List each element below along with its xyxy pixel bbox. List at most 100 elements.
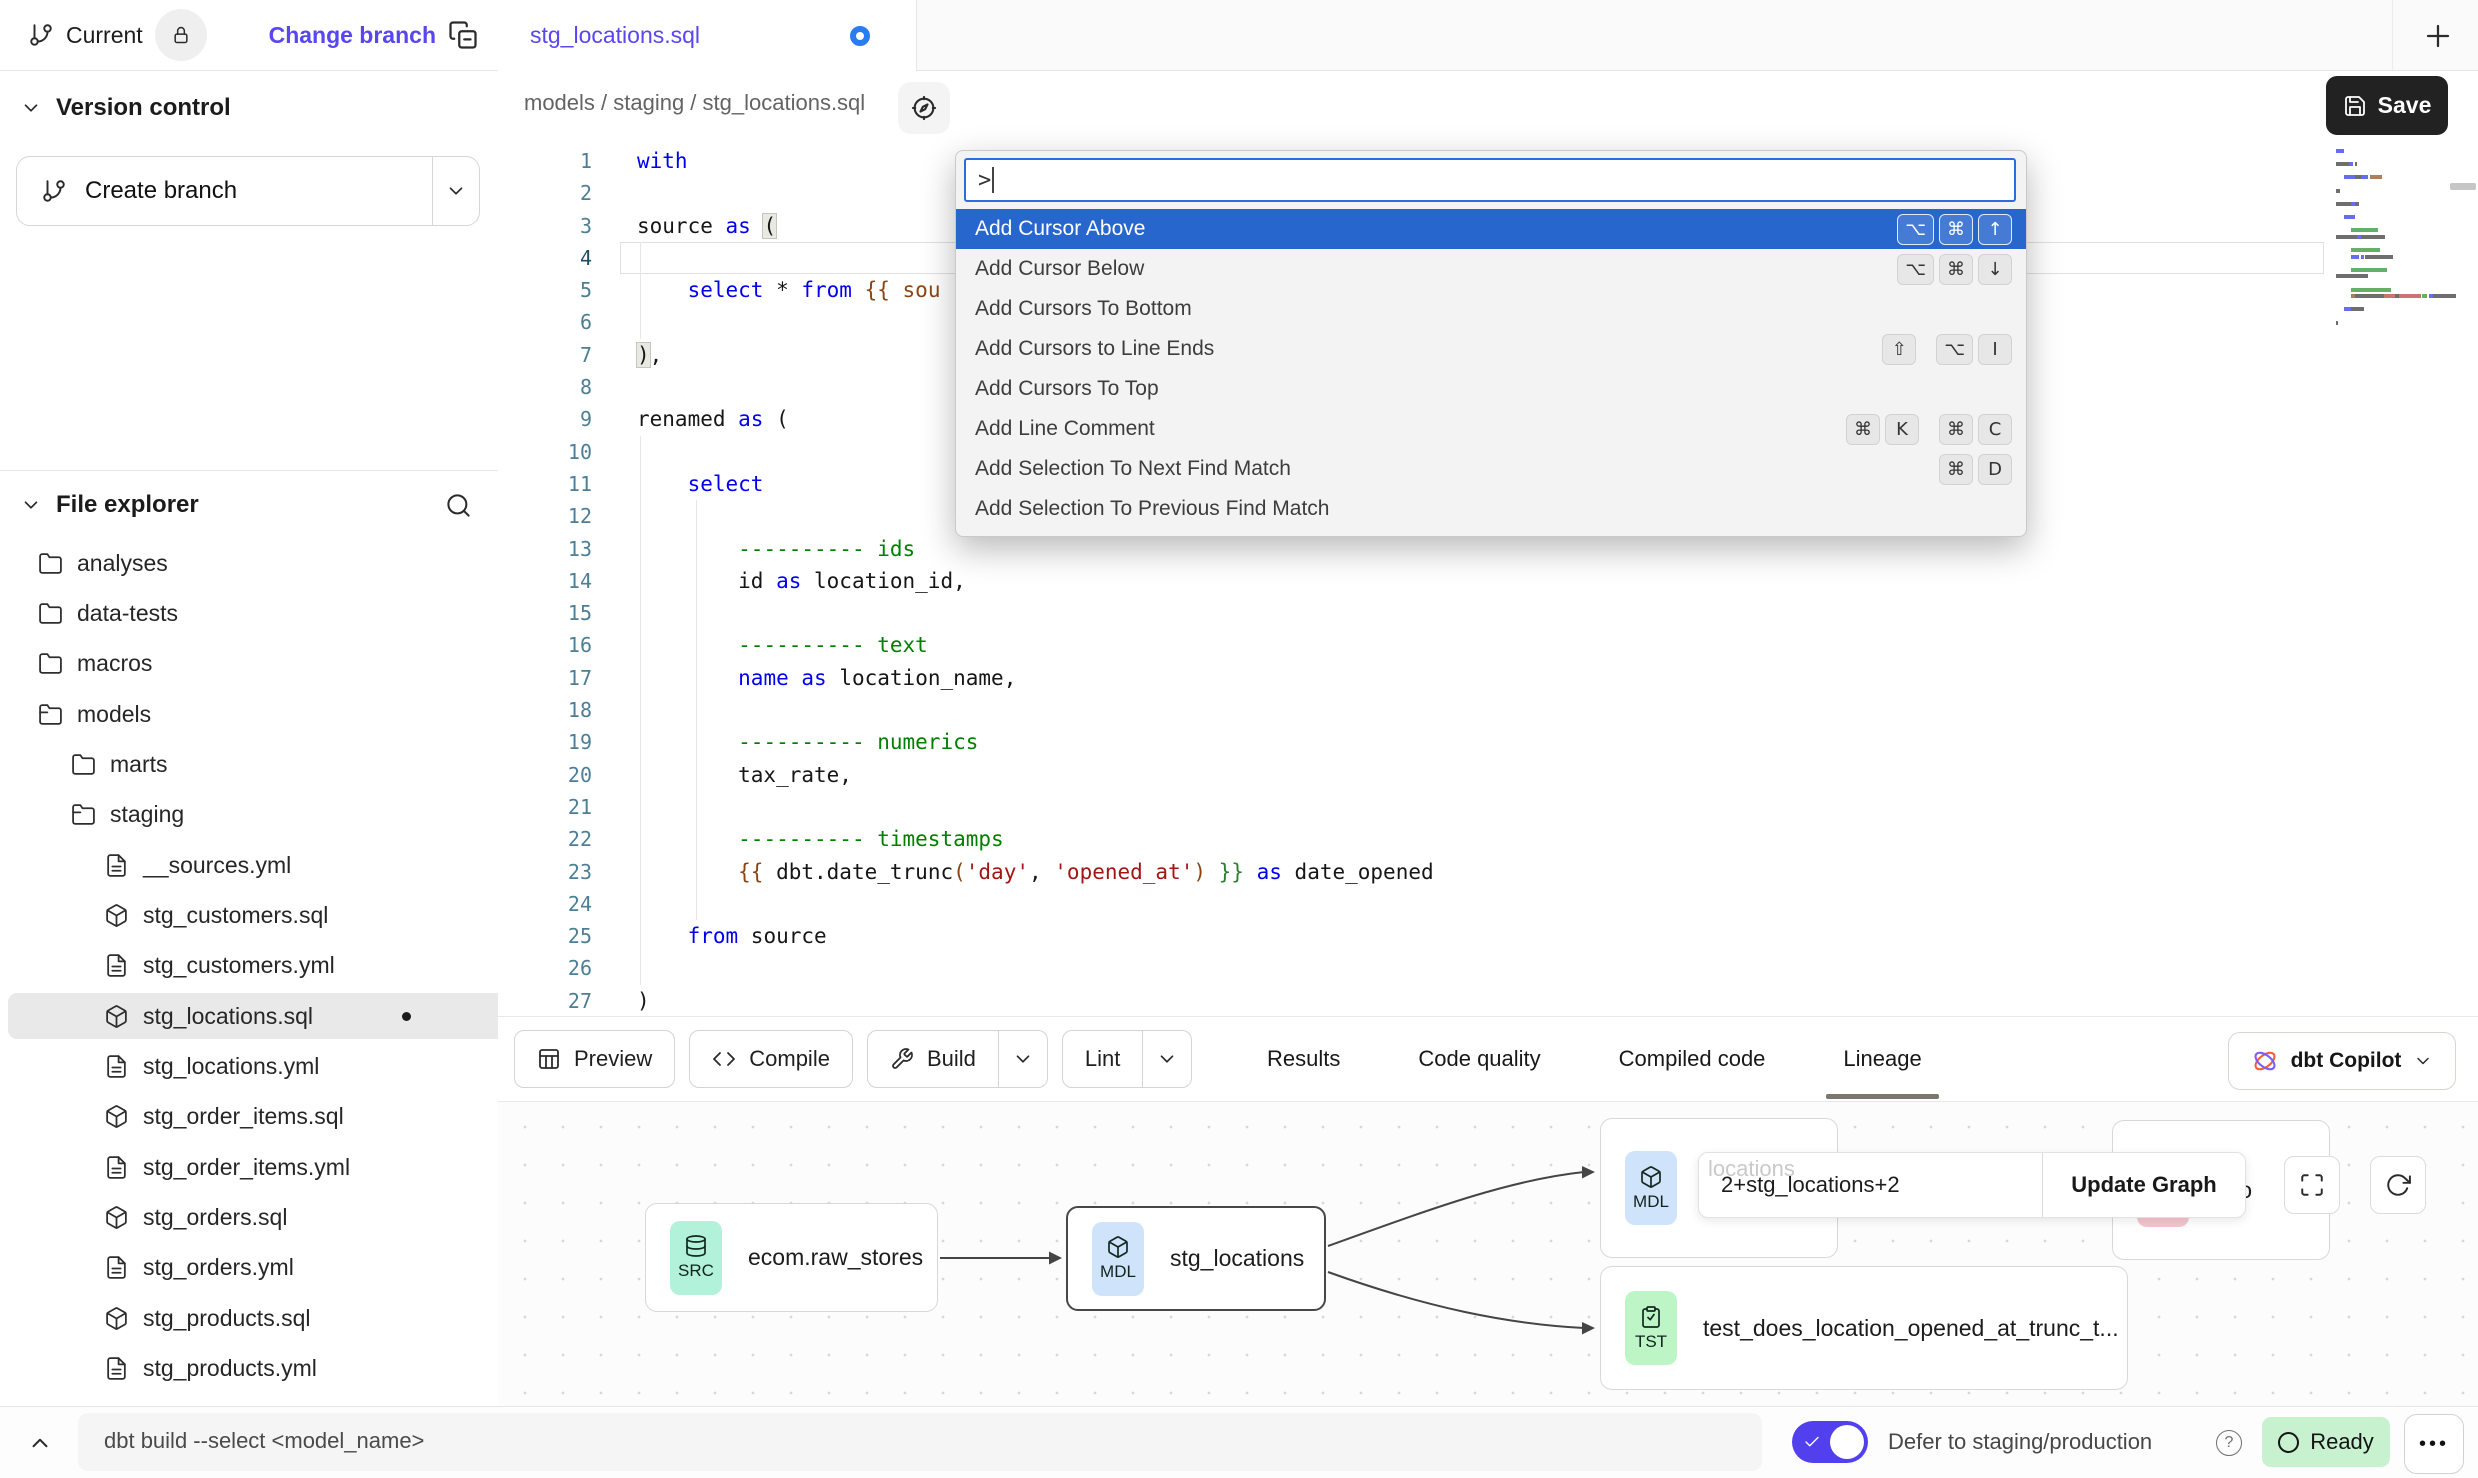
- lineage-selector-input[interactable]: locations 2+stg_locations+2: [1699, 1153, 2042, 1217]
- branch-bar: Current Change branch: [0, 0, 498, 71]
- file-tree-item-staging[interactable]: staging: [8, 792, 551, 838]
- create-branch-dropdown[interactable]: [432, 157, 479, 225]
- file-name: stg_customers.yml: [143, 952, 335, 979]
- compile-button[interactable]: Compile: [689, 1030, 853, 1088]
- copy-icon[interactable]: [448, 20, 478, 50]
- minimap-line: [2351, 255, 2359, 259]
- file-tree-item-data-tests[interactable]: data-tests: [8, 590, 518, 636]
- command-item-add-selection-to-next-find-match[interactable]: Add Selection To Next Find Match⌘D: [956, 449, 2026, 489]
- text-caret: [992, 167, 994, 193]
- lineage-canvas[interactable]: SRCecom.raw_storesMDLatioMDLstg_location…: [498, 1102, 2478, 1406]
- change-branch-link[interactable]: Change branch: [269, 22, 436, 49]
- command-item-add-cursor-above[interactable]: Add Cursor Above⌥⌘↑: [956, 209, 2026, 249]
- folder-icon: [38, 601, 63, 626]
- search-icon[interactable]: [445, 492, 472, 519]
- save-button[interactable]: Save: [2326, 76, 2448, 135]
- model-cube-icon: [104, 1004, 129, 1029]
- defer-toggle[interactable]: [1792, 1421, 1868, 1463]
- line-number: 23: [498, 856, 592, 888]
- file-tree-item-analyses[interactable]: analyses: [8, 540, 518, 586]
- command-input-box[interactable]: dbt build --select <model_name>: [78, 1413, 1762, 1471]
- tab-title: stg_locations.sql: [530, 22, 700, 49]
- file-explorer-title: File explorer: [56, 491, 199, 519]
- line-number: 19: [498, 726, 592, 758]
- key-badge: C: [1978, 414, 2012, 445]
- command-item-add-selection-to-previous-find-match[interactable]: Add Selection To Previous Find Match: [956, 489, 2026, 529]
- minimap-line: [2361, 235, 2386, 239]
- panel-tabs: Results Code quality Compiled code Lineage: [1250, 1017, 1939, 1101]
- command-label: Add Line Comment: [975, 417, 1155, 441]
- refresh-button[interactable]: [2370, 1156, 2426, 1214]
- line-number: 6: [498, 306, 592, 338]
- file-name: stg_orders.yml: [143, 1254, 294, 1281]
- command-palette-input[interactable]: >: [964, 158, 2016, 202]
- unsaved-changes-dot: [850, 26, 870, 46]
- line-number: 16: [498, 629, 592, 661]
- line-number: 11: [498, 468, 592, 500]
- command-item-add-cursor-below[interactable]: Add Cursor Below⌥⌘↓: [956, 249, 2026, 289]
- plus-icon: [2423, 21, 2453, 51]
- lineage-node-source[interactable]: SRCecom.raw_stores: [645, 1203, 938, 1312]
- command-item-add-cursors-to-bottom[interactable]: Add Cursors To Bottom: [956, 289, 2026, 329]
- fullscreen-button[interactable]: [2284, 1156, 2340, 1214]
- file-name: stg_locations.yml: [143, 1053, 319, 1080]
- dbt-copilot-button[interactable]: dbt Copilot: [2228, 1032, 2456, 1090]
- chevron-down-icon: [1012, 1048, 1034, 1070]
- minimap-line: [2336, 202, 2351, 206]
- code-line: ---------- timestamps: [637, 823, 1434, 855]
- lineage-node-test[interactable]: TSTtest_does_location_opened_at_trunc_t.…: [1600, 1266, 2128, 1390]
- breadcrumb[interactable]: models / staging / stg_locations.sql: [524, 90, 865, 116]
- wrench-icon: [890, 1047, 914, 1071]
- line-number: 18: [498, 694, 592, 726]
- key-group: ⌥I: [1936, 334, 2012, 365]
- build-button[interactable]: Build: [867, 1030, 1048, 1088]
- file-tree-item-marts[interactable]: marts: [8, 741, 551, 787]
- tab-lineage[interactable]: Lineage: [1826, 1017, 1938, 1101]
- help-icon[interactable]: ?: [2216, 1430, 2242, 1456]
- tab-compiled-code[interactable]: Compiled code: [1602, 1017, 1783, 1101]
- preview-button[interactable]: Preview: [514, 1030, 675, 1088]
- expand-panel-button[interactable]: [24, 1427, 56, 1459]
- check-icon: [1803, 1433, 1821, 1451]
- model-cube-icon: [104, 1306, 129, 1331]
- status-badge: Ready: [2262, 1417, 2390, 1467]
- more-options-button[interactable]: •••: [2404, 1414, 2464, 1474]
- file-explorer-header[interactable]: File explorer: [20, 485, 478, 525]
- line-number: 7: [498, 339, 592, 371]
- key-badge: ⌥: [1897, 214, 1934, 245]
- new-tab-button[interactable]: [2420, 18, 2456, 54]
- node-badge-src: SRC: [670, 1221, 722, 1295]
- tab-code-quality[interactable]: Code quality: [1401, 1017, 1557, 1101]
- version-control-header[interactable]: Version control: [20, 90, 460, 126]
- explore-docs-button[interactable]: [898, 82, 950, 134]
- dbt-copilot-logo-icon: [2251, 1047, 2279, 1075]
- minimap-slider[interactable]: [2450, 183, 2476, 190]
- file-tree-item-macros[interactable]: macros: [8, 641, 518, 687]
- create-branch-button[interactable]: Create branch: [16, 156, 480, 226]
- minimap[interactable]: [2330, 145, 2478, 1016]
- line-number: 5: [498, 274, 592, 306]
- line-number: 27: [498, 985, 592, 1016]
- chevron-down-icon: [2413, 1051, 2433, 1071]
- minimap-line: [2355, 294, 2384, 298]
- command-item-add-cursors-to-top[interactable]: Add Cursors To Top: [956, 369, 2026, 409]
- key-badge: ⌘: [1939, 454, 1973, 485]
- build-dropdown[interactable]: [998, 1031, 1047, 1087]
- line-number: 26: [498, 952, 592, 984]
- command-item-add-line-comment[interactable]: Add Line Comment⌘K⌘C: [956, 409, 2026, 449]
- editor-tab-stg-locations[interactable]: stg_locations.sql: [498, 0, 917, 71]
- lint-button[interactable]: Lint: [1062, 1030, 1192, 1088]
- cube-icon: [1639, 1165, 1663, 1189]
- update-graph-button[interactable]: Update Graph: [2042, 1153, 2245, 1217]
- key-group: ⌥⌘↑: [1897, 214, 2012, 245]
- code-line: ---------- ids: [637, 533, 1434, 565]
- lint-dropdown[interactable]: [1142, 1031, 1191, 1087]
- lineage-node-model[interactable]: MDLstg_locations: [1066, 1206, 1326, 1311]
- command-item-add-cursors-to-line-ends[interactable]: Add Cursors to Line Ends⇧⌥I: [956, 329, 2026, 369]
- key-badge: ⌘: [1939, 214, 1973, 245]
- file-tree-item-models[interactable]: models: [8, 691, 518, 737]
- minimap-line: [2336, 235, 2357, 239]
- key-badge: ⌥: [1936, 334, 1973, 365]
- sidebar: Current Change branch Version control Cr…: [0, 0, 499, 1478]
- tab-results[interactable]: Results: [1250, 1017, 1357, 1101]
